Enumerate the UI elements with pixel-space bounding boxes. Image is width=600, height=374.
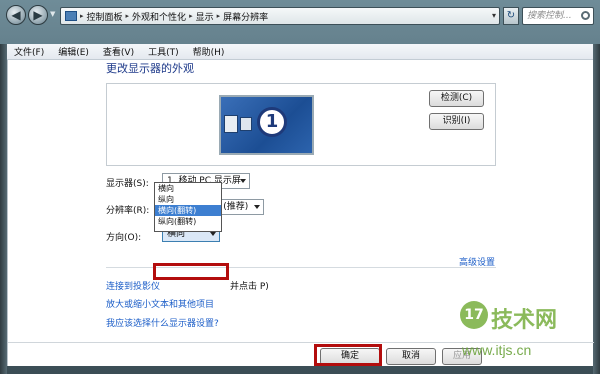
identify-button[interactable]: 识别(I) (429, 113, 484, 130)
menu-bar: 文件(F) 编辑(E) 查看(V) 工具(T) 帮助(H) (7, 44, 593, 60)
window-thumbnail-icon (224, 115, 238, 133)
annotation-highlight-box (314, 344, 382, 366)
chevron-down-icon (210, 232, 216, 236)
breadcrumb-separator-icon: ▸ (125, 12, 130, 20)
orientation-dropdown-list: 横向 纵向 横向(翻转) 纵向(翻转) (154, 182, 222, 232)
frame-right-edge (593, 44, 600, 374)
refresh-button[interactable]: ↻ (503, 7, 519, 25)
which-settings-link[interactable]: 我应该选择什么显示器设置? (106, 316, 219, 329)
refresh-icon: ↻ (506, 10, 516, 21)
connect-projector-link[interactable]: 连接到投影仪 (106, 279, 160, 292)
detect-button[interactable]: 检测(C) (429, 90, 484, 107)
page-title: 更改显示器的外观 (106, 62, 194, 75)
control-panel-icon (65, 11, 77, 21)
projector-shortcut-hint: 并点击 P) (230, 282, 269, 292)
breadcrumb-appearance[interactable]: 外观和个性化 (132, 10, 186, 23)
watermark-logo: 17 (460, 301, 488, 329)
monitor-preview-panel: 1 检测(C) 识别(I) (106, 83, 496, 166)
back-button[interactable]: ◀ (6, 5, 26, 25)
orientation-option-landscape[interactable]: 横向 (155, 183, 221, 194)
breadcrumb-control-panel[interactable]: 控制面板 (87, 10, 123, 23)
menu-help[interactable]: 帮助(H) (193, 45, 225, 58)
menu-edit[interactable]: 编辑(E) (58, 45, 89, 58)
chevron-down-icon (254, 205, 260, 209)
frame-left-edge (0, 44, 7, 374)
orientation-option-portrait-flipped[interactable]: 纵向(翻转) (155, 216, 221, 227)
display-label: 显示器(S): (106, 179, 149, 189)
breadcrumb-screen-resolution[interactable]: 屏幕分辨率 (223, 10, 268, 23)
menu-tools[interactable]: 工具(T) (148, 45, 179, 58)
menu-file[interactable]: 文件(F) (14, 45, 44, 58)
address-dropdown-icon[interactable]: ▾ (492, 11, 496, 20)
forward-button[interactable]: ▶ (28, 5, 48, 25)
back-arrow-icon: ◀ (11, 8, 21, 22)
menu-view[interactable]: 查看(V) (103, 45, 134, 58)
monitor-thumbnail[interactable]: 1 (219, 95, 314, 155)
recent-pages-chevron-icon[interactable]: ▼ (50, 10, 55, 18)
annotation-highlight-box (153, 263, 229, 280)
cancel-button[interactable]: 取消 (386, 348, 436, 365)
search-icon[interactable] (581, 11, 590, 20)
watermark-url: www.itjs.cn (462, 342, 532, 358)
forward-arrow-icon: ▶ (33, 8, 43, 22)
advanced-settings-link[interactable]: 高级设置 (459, 255, 495, 268)
breadcrumb-separator-icon: ▸ (216, 12, 221, 20)
breadcrumb-display[interactable]: 显示 (196, 10, 214, 23)
chevron-down-icon (240, 179, 246, 183)
watermark-title: 技术网 (491, 308, 558, 333)
search-input[interactable]: 搜索控制... (522, 7, 594, 25)
resolution-label: 分辨率(R): (106, 206, 150, 216)
orientation-option-portrait[interactable]: 纵向 (155, 194, 221, 205)
orientation-option-landscape-flipped[interactable]: 横向(翻转) (155, 205, 221, 216)
window-thumbnail-icon (240, 117, 252, 131)
address-bar[interactable]: ▸ 控制面板 ▸ 外观和个性化 ▸ 显示 ▸ 屏幕分辨率 ▾ (60, 7, 500, 25)
text-size-link[interactable]: 放大或缩小文本和其他项目 (106, 297, 214, 310)
monitor-number-badge: 1 (257, 107, 287, 137)
search-placeholder: 搜索控制... (527, 11, 572, 21)
orientation-label: 方向(O): (106, 233, 142, 243)
breadcrumb-separator-icon: ▸ (189, 12, 193, 20)
breadcrumb-separator-icon: ▸ (80, 12, 84, 20)
